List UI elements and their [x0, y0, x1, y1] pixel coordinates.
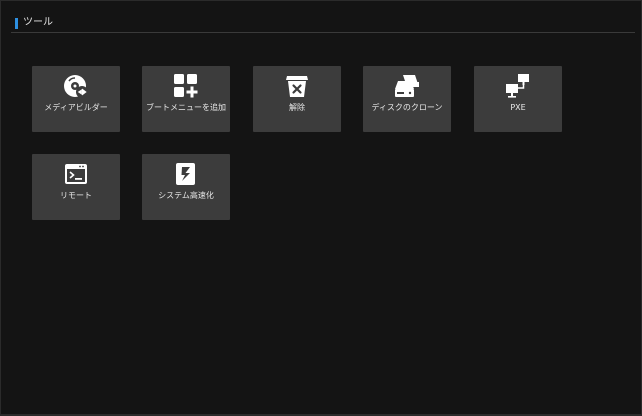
system-speedup-icon: [171, 161, 201, 187]
add-boot-menu-icon: [171, 73, 201, 99]
tool-label: ディスクのクローン: [371, 103, 443, 112]
section-header: ツール: [11, 15, 635, 33]
tool-label: リモート: [60, 191, 92, 200]
system-speedup-button[interactable]: システム高速化: [142, 154, 230, 220]
pxe-network-icon: [503, 73, 533, 99]
bottom-divider: [1, 414, 641, 415]
release-box-x-icon: [282, 73, 312, 99]
tools-panel: ツール メディアビルダー ブートメニューを追加 解除 ディスクのクローン PXE…: [0, 0, 642, 416]
tool-label: PXE: [510, 103, 526, 112]
tool-label: ブートメニューを追加: [146, 103, 226, 112]
section-accent-bar: [15, 18, 18, 29]
disk-clone-button[interactable]: ディスクのクローン: [363, 66, 451, 132]
tool-label: システム高速化: [158, 191, 214, 200]
media-builder-disc-icon: [61, 73, 91, 99]
release-button[interactable]: 解除: [253, 66, 341, 132]
remote-button[interactable]: リモート: [32, 154, 120, 220]
media-builder-button[interactable]: メディアビルダー: [32, 66, 120, 132]
tool-label: 解除: [289, 103, 305, 112]
tool-label: メディアビルダー: [44, 103, 108, 112]
remote-terminal-icon: [61, 161, 91, 187]
section-title: ツール: [23, 17, 53, 28]
add-boot-menu-button[interactable]: ブートメニューを追加: [142, 66, 230, 132]
disk-clone-icon: [392, 73, 422, 99]
pxe-button[interactable]: PXE: [474, 66, 562, 132]
